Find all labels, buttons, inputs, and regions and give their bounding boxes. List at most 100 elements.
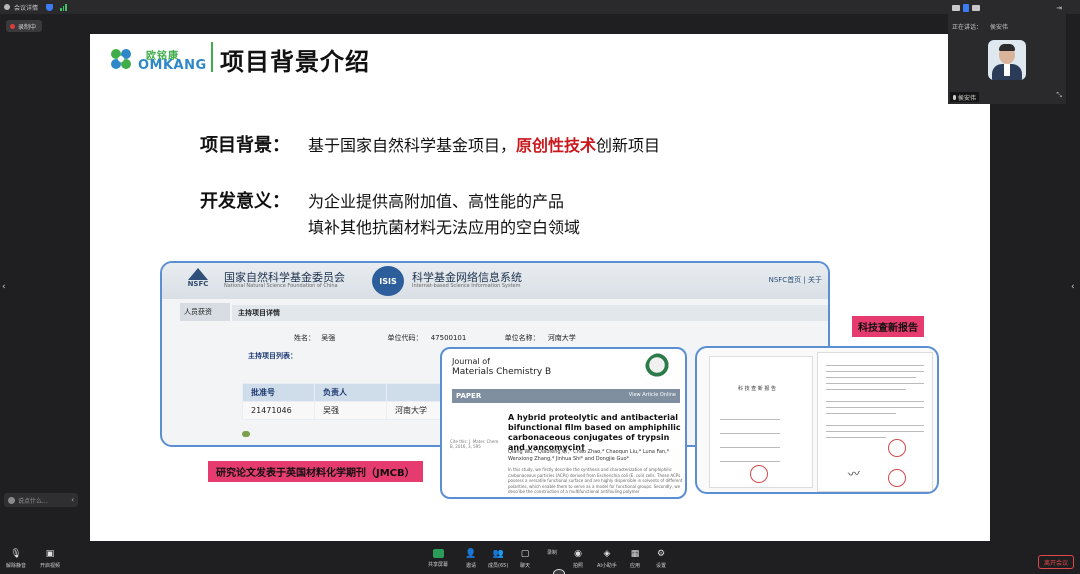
leave-meeting-button[interactable]: 离开会议 — [1037, 555, 1074, 569]
settings-label: 设置 — [656, 563, 667, 569]
unmute-button[interactable]: 🎙 解除静音 — [6, 549, 26, 569]
table-row: 21471046 吴强 河南大学 — [242, 401, 447, 420]
report-line — [826, 431, 924, 432]
start-video-button[interactable]: ▣ 开启视频 — [40, 549, 60, 569]
mic-icon — [953, 94, 956, 100]
speaker-view-icon[interactable] — [963, 4, 969, 12]
recording-label: 录制中 — [18, 23, 37, 31]
speaking-label: 正在讲话： — [952, 24, 983, 31]
red-seal-icon — [750, 465, 768, 483]
video-panel-controls: ⇥ — [948, 0, 1066, 16]
meeting-toolbar: 🎙 解除静音 ▣ 开启视频 共享屏幕 👤 邀请 👥 成员(65) ▢ 聊天 录制… — [0, 546, 1080, 574]
report-line — [826, 401, 924, 402]
nsfc-list-title: 主持项目列表： — [248, 352, 297, 360]
chat-input[interactable]: 说点什么... ‹ — [4, 493, 78, 507]
nsfc-system-en: Internet-based Science Information Syste… — [412, 283, 521, 289]
snapshot-button[interactable]: ◉ 拍照 — [573, 549, 583, 569]
record-icon — [553, 569, 565, 574]
ai-assistant-label: AI小助手 — [597, 563, 617, 569]
unit-code-label: 单位代码： — [387, 334, 423, 342]
mic-icon: 🎙 — [10, 549, 22, 559]
significance-line-2: 填补其他抗菌材料无法应用的空白领域 — [308, 218, 581, 237]
report-line — [826, 383, 924, 384]
report-line — [720, 419, 780, 420]
paper-cite: Cite this: J. Mater. Chem. B, 2016, 3, 5… — [450, 439, 500, 449]
invite-icon: 👤 — [465, 549, 477, 559]
report-line — [826, 425, 924, 426]
significance-line-1: 为企业提供高附加值、高性能的产品 — [308, 192, 565, 211]
recording-dot-icon — [10, 23, 15, 29]
apps-label: 应用 — [630, 563, 641, 569]
nsfc-logo-text: NSFC — [187, 280, 209, 288]
nsfc-left-tab: 人员获资 — [180, 303, 230, 321]
chevron-left-icon[interactable]: ‹ — [71, 496, 74, 504]
report-page-title: 科 技 查 新 报 告 — [738, 386, 776, 392]
nsfc-nav: NSFC首页 | 关于 — [768, 276, 822, 284]
window-title-bar: 会议详情 — [0, 0, 1080, 14]
journal-name-line-2: Materials Chemistry B — [452, 367, 552, 377]
table-cell: 吴强 — [314, 401, 387, 420]
background-label: 项目背景： — [200, 135, 290, 156]
chat-button[interactable]: ▢ 聊天 — [520, 549, 530, 569]
report-caption: 科技查新报告 — [852, 316, 924, 337]
invite-button[interactable]: 👤 邀请 — [465, 549, 477, 569]
speaker-avatar — [988, 40, 1026, 80]
settings-button[interactable]: ⚙ 设置 — [656, 549, 666, 569]
speaking-name: 侯安伟 — [989, 24, 1008, 31]
expand-icon[interactable]: ⤡ — [1056, 91, 1062, 100]
minimize-icon[interactable] — [952, 5, 960, 11]
red-seal-icon — [888, 469, 906, 487]
chat-label: 聊天 — [520, 563, 531, 569]
start-video-label: 开启视频 — [40, 563, 61, 569]
report-page-2: 〰 — [817, 352, 933, 492]
speaker-video-panel[interactable]: ⇥ 正在讲话： 侯安伟 侯安伟 ⤡ — [948, 0, 1066, 104]
nsfc-org-en: National Natural Science Foundation of C… — [224, 283, 338, 289]
members-icon: 👥 — [492, 549, 504, 559]
omkang-logo-mark-icon — [111, 49, 131, 69]
invite-label: 邀请 — [466, 563, 477, 569]
apps-icon: ▦ — [630, 549, 640, 559]
nsfc-info-row: 姓名： 吴强 单位代码： 47500101 单位名称： 河南大学 — [232, 333, 576, 343]
share-screen-button[interactable]: 共享屏幕 — [428, 549, 448, 568]
camera-icon: ▣ — [45, 549, 55, 559]
journal-name-line-1: Journal of — [452, 357, 490, 366]
red-seal-icon — [888, 439, 906, 457]
apps-button[interactable]: ▦ 应用 — [630, 549, 640, 569]
shared-slide: 欧铭康 OMKANG 项目背景介绍 项目背景： 基于国家自然科学基金项目，原创性… — [90, 34, 990, 541]
omkang-logo: 欧铭康 OMKANG — [108, 44, 208, 74]
slide-title: 项目背景介绍 — [220, 48, 370, 76]
table-header — [386, 383, 447, 402]
members-button[interactable]: 👥 成员(65) — [488, 549, 508, 569]
ai-assistant-button[interactable]: ◈ AI小助手 — [597, 549, 617, 569]
table-header-row: 批准号 负责人 — [242, 383, 447, 402]
pin-panel-icon[interactable]: ⇥ — [1056, 4, 1062, 12]
report-line — [826, 371, 924, 372]
significance-label: 开发意义： — [200, 191, 290, 212]
report-line — [826, 389, 906, 390]
paper-authors: Qiang Wu,* Qiaofeng Qi,* Chao Zhao,* Cha… — [508, 449, 670, 462]
report-line — [826, 413, 896, 414]
novelty-report-screenshot: 科 技 查 新 报 告 〰 — [695, 346, 939, 494]
camera-snap-icon: ◉ — [574, 549, 582, 559]
report-line — [826, 437, 886, 438]
list-view-icon[interactable] — [972, 5, 980, 11]
report-line — [826, 377, 916, 378]
unmute-label: 解除静音 — [6, 563, 27, 569]
recording-indicator[interactable]: 录制中 — [6, 20, 43, 32]
share-screen-icon — [432, 549, 444, 558]
security-shield-icon[interactable] — [46, 3, 54, 11]
share-screen-label: 共享屏幕 — [428, 562, 449, 568]
chat-placeholder: 说点什么... — [18, 497, 48, 505]
app-icon — [4, 4, 10, 10]
network-signal-icon[interactable] — [60, 3, 67, 11]
record-label: 录制 — [547, 550, 558, 556]
chevron-left-icon[interactable]: ‹ — [2, 282, 6, 292]
background-text-before: 基于国家自然科学基金项目， — [308, 136, 517, 155]
video-tile-name: 侯安伟 — [950, 92, 980, 102]
report-page-1: 科 技 查 新 报 告 — [709, 356, 813, 488]
signature-mark: 〰 — [847, 466, 862, 482]
chevron-left-icon[interactable]: ‹ — [1071, 282, 1075, 292]
nsfc-logo: NSFC — [178, 268, 218, 294]
name-value: 吴强 — [321, 334, 336, 342]
record-button[interactable]: 录制 — [547, 549, 565, 574]
